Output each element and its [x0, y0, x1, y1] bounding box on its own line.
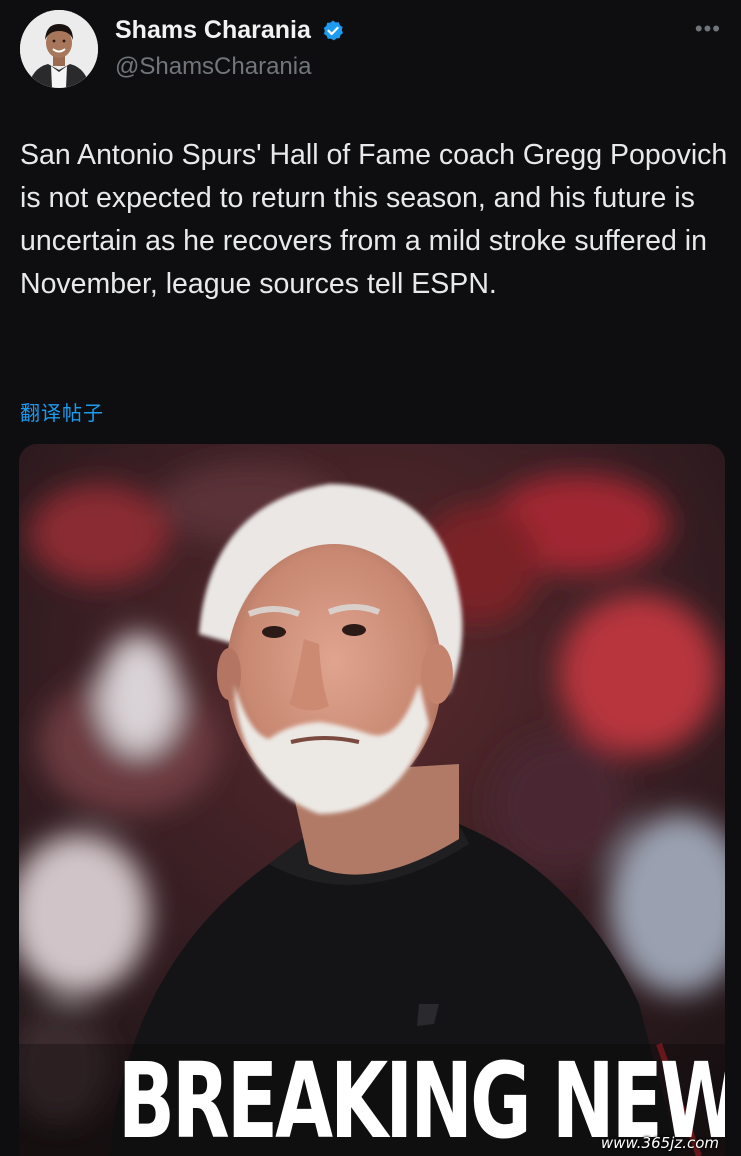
- avatar[interactable]: [20, 10, 98, 88]
- tweet-header: Shams Charania @ShamsCharania •••: [18, 10, 723, 90]
- author-display-name[interactable]: Shams Charania: [115, 16, 311, 45]
- more-horizontal-icon[interactable]: •••: [695, 18, 721, 40]
- tweet-text: San Antonio Spurs' Hall of Fame coach Gr…: [20, 139, 728, 300]
- author-info: Shams Charania @ShamsCharania: [115, 16, 345, 81]
- verified-badge-icon: [324, 20, 344, 40]
- breaking-news-banner: BREAKING NEWS: [117, 1040, 725, 1156]
- tweet-card: Shams Charania @ShamsCharania ••• San An…: [0, 0, 741, 1156]
- watermark: www.365jz.com: [600, 1134, 719, 1152]
- translate-post-link[interactable]: 翻译帖子: [20, 397, 104, 426]
- avatar-image: [20, 10, 98, 88]
- author-handle[interactable]: @ShamsCharania: [115, 53, 345, 81]
- tweet-media-image[interactable]: BREAKING NEWS www.365jz.com: [19, 444, 725, 1156]
